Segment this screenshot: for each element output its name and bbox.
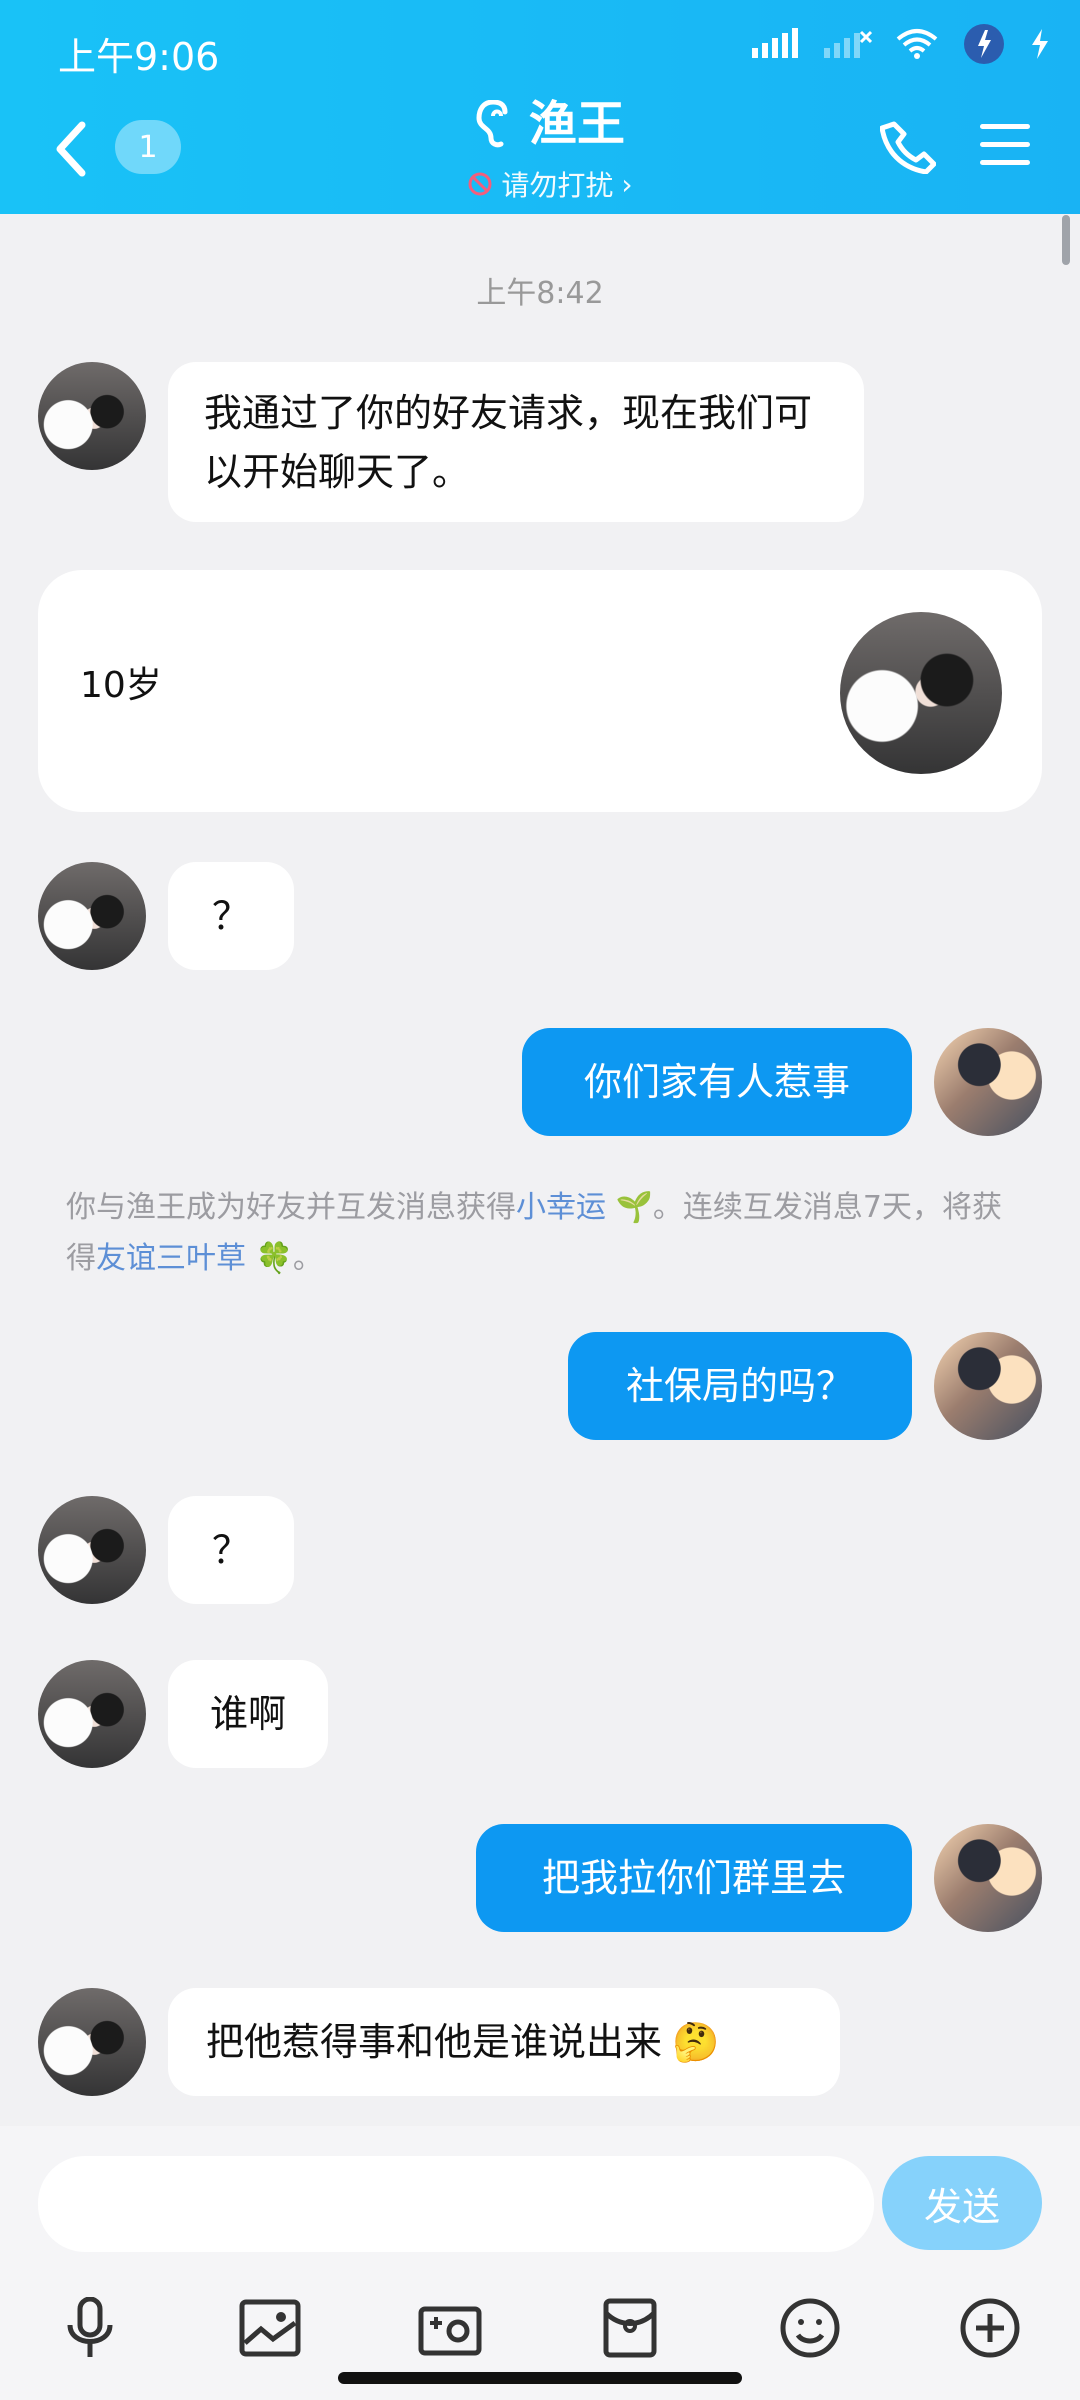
camera-icon [418,2306,482,2356]
menu-icon [980,124,1030,165]
sprout-icon: 🌱 [606,1190,653,1225]
unread-count-badge[interactable]: 1 [115,120,181,174]
status-icons [750,22,1052,66]
signal-icon [752,28,798,58]
wifi-icon [896,29,938,59]
incoming-message[interactable]: ？ [168,862,294,970]
contact-title: 渔王 [475,100,625,148]
camera-button[interactable] [410,2288,490,2368]
outgoing-message[interactable]: 把我拉你们群里去 [476,1824,912,1932]
gallery-button[interactable] [230,2288,310,2368]
red-packet-button[interactable] [590,2288,670,2368]
outgoing-message[interactable]: 社保局的吗？ [568,1332,912,1440]
add-icon [960,2298,1020,2358]
home-indicator[interactable] [338,2372,742,2384]
thinking-emoji-icon: 🤔 [672,2019,720,2064]
outgoing-message[interactable]: 你们家有人惹事 [522,1028,912,1136]
message-text: ？ [211,1527,250,1572]
send-button[interactable]: 发送 [882,2156,1042,2250]
ear-icon [476,100,508,148]
back-button[interactable] [52,118,88,190]
dnd-label: 请勿打扰 [501,169,614,202]
message-text: ？ [211,893,250,938]
charging-icon [1032,29,1048,59]
message-text: 把他惹得事和他是谁说出来 [206,2019,663,2064]
contact-avatar[interactable] [38,362,146,470]
system-note-text: 你与渔王成为好友并互发消息获得 [66,1190,516,1225]
more-button[interactable] [950,2288,1030,2368]
emoji-icon [780,2298,840,2358]
message-text: 把我拉你们群里去 [541,1855,846,1900]
system-note-text: 。 [292,1241,323,1276]
phone-icon [879,121,937,175]
menu-button[interactable] [980,122,1030,172]
chat-scrollbar[interactable] [1062,215,1070,265]
voice-input-button[interactable] [50,2288,130,2368]
voice-call-button[interactable] [879,118,937,178]
contact-name: 渔王 [528,96,625,152]
message-text: 社保局的吗？ [625,1363,854,1408]
contact-avatar[interactable] [38,1988,146,2096]
message-timestamp: 上午8:42 [476,276,604,311]
message-text: 我通过了你的好友请求，现在我们可以开始聊天了。 [204,391,813,494]
dnd-status[interactable]: 请勿打扰 › [440,164,660,204]
incoming-message[interactable]: 谁啊 [168,1660,328,1768]
red-packet-icon [603,2298,657,2358]
composer-area: 发送 [0,2126,1080,2400]
clover-icon: 🍀 [246,1241,293,1276]
message-text: 谁啊 [209,1691,286,1736]
my-avatar[interactable] [934,1824,1042,1932]
friendship-clover-link[interactable]: 友谊三叶草 [96,1241,246,1276]
contact-avatar[interactable] [38,1496,146,1604]
message-text: 你们家有人惹事 [583,1059,850,1104]
my-avatar[interactable] [934,1332,1042,1440]
do-not-disturb-icon [468,172,492,196]
incoming-message[interactable]: ？ [168,1496,294,1604]
emoji-button[interactable] [770,2288,850,2368]
my-avatar[interactable] [934,1028,1042,1136]
chat-header: 上午9:06 1 渔王 请勿打扰 › [0,0,1080,214]
profile-age: 10岁 [80,665,162,706]
status-time: 上午9:06 [58,35,220,79]
system-notice: 你与渔王成为好友并互发消息获得小幸运 🌱。连续互发消息7天，将获得友谊三叶草 🍀… [66,1182,1026,1284]
chat-title-area[interactable]: 渔王 请勿打扰 › [440,100,660,204]
contact-avatar[interactable] [38,862,146,970]
composer-toolbar [0,2288,1080,2368]
image-icon [239,2299,301,2357]
chevron-left-icon [56,121,86,177]
profile-card[interactable]: 10岁 [38,570,1042,812]
microphone-icon [67,2297,113,2357]
small-luck-link[interactable]: 小幸运 [516,1190,606,1225]
contact-avatar[interactable] [38,1660,146,1768]
profile-avatar [840,612,1002,774]
incoming-message[interactable]: 我通过了你的好友请求，现在我们可以开始聊天了。 [168,362,864,522]
battery-icon [964,24,1004,64]
incoming-message[interactable]: 把他惹得事和他是谁说出来 🤔 [168,1988,840,2096]
message-input[interactable] [38,2156,874,2252]
chevron-right-icon: › [621,167,633,201]
no-signal-icon [824,30,872,58]
